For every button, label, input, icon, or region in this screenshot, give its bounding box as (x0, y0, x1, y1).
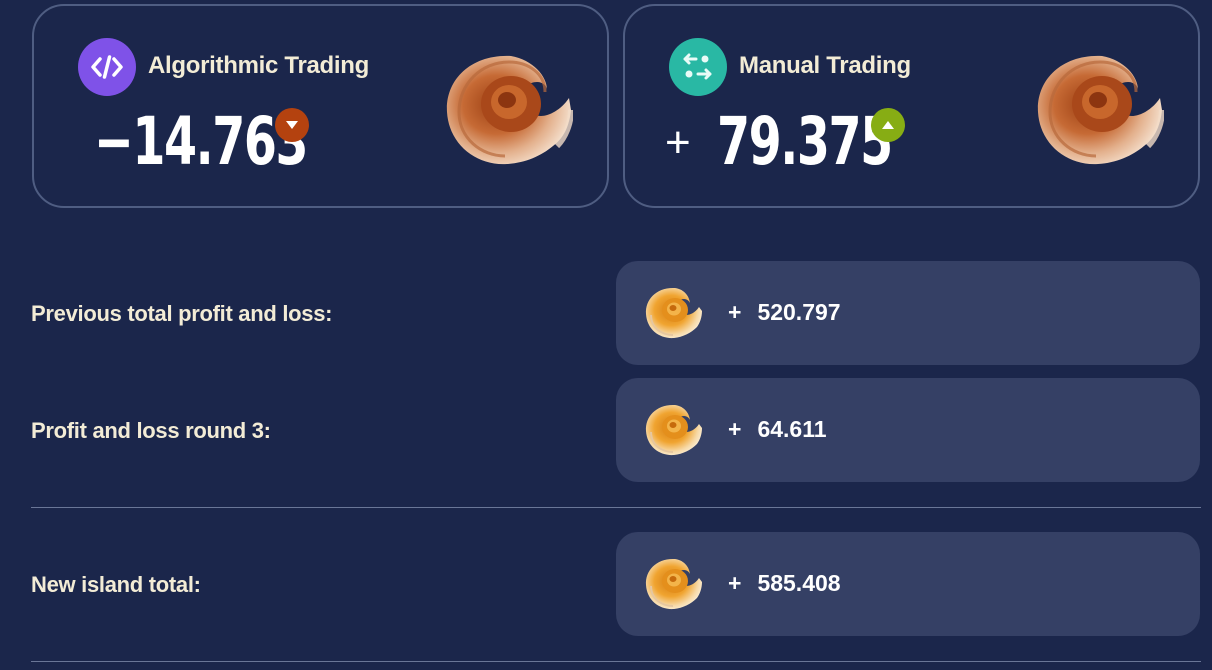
manual-trading-card: Manual Trading + 79.375 (623, 4, 1200, 208)
divider (31, 507, 1201, 508)
algorithmic-trading-card: Algorithmic Trading −14.763 (32, 4, 609, 208)
divider (31, 661, 1201, 662)
round-label: Profit and loss round 3: (31, 418, 271, 443)
previous-total-value-box: +520.797 (616, 261, 1200, 365)
card-value: −14.763 (94, 102, 309, 182)
round-value-box: +64.611 (616, 378, 1200, 482)
seashell-icon (1037, 55, 1164, 165)
seashell-icon (645, 287, 702, 339)
seashell-icon (645, 404, 702, 456)
value-sign: + (728, 570, 742, 596)
card-title: Manual Trading (739, 52, 911, 79)
value-number: 520.797 (757, 299, 841, 325)
value-text: +64.611 (728, 416, 827, 443)
value-sign: − (94, 103, 134, 180)
seashell-icon (645, 558, 702, 610)
value-number: 64.611 (757, 416, 827, 442)
value-number: 585.408 (757, 570, 841, 596)
trend-down-icon (275, 108, 309, 142)
value-text: +585.408 (728, 570, 841, 597)
previous-total-label: Previous total profit and loss: (31, 301, 333, 326)
card-title: Algorithmic Trading (148, 52, 369, 79)
seashell-icon (446, 55, 573, 165)
value-sign: + (728, 299, 742, 325)
value-sign: + (728, 416, 742, 442)
swap-arrows-icon (669, 38, 727, 96)
island-total-value-box: +585.408 (616, 532, 1200, 636)
code-icon (78, 38, 136, 96)
value-text: +520.797 (728, 299, 841, 326)
trend-up-icon (871, 108, 905, 142)
value-sign: + (665, 118, 691, 167)
card-value: 79.375 (717, 103, 893, 180)
island-total-label: New island total: (31, 572, 201, 597)
